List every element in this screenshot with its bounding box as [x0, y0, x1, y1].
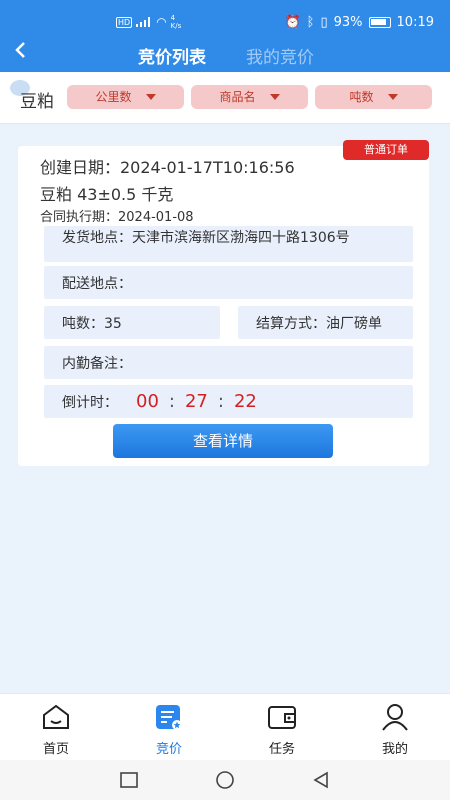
net-speed: 4 K/s — [170, 14, 182, 30]
nav-bidding[interactable]: 竞价 — [129, 702, 209, 757]
status-bar: HD ◠ 4 K/s ⏰ ᛒ ▯ 93% 10:19 — [0, 0, 450, 36]
nav-bar: 竞价列表 我的竞价 — [0, 36, 450, 72]
hd-icon: HD — [116, 16, 133, 28]
wifi-icon: ◠ — [156, 15, 167, 29]
filter-product-button[interactable]: 商品名 — [191, 85, 308, 109]
user-icon — [382, 704, 408, 731]
tab-bid-list[interactable]: 竞价列表 — [138, 43, 206, 68]
order-card[interactable]: 普通订单 创建日期：2024-01-17T10:16:56 豆粕 43±0.5 … — [18, 140, 429, 466]
recent-apps-button[interactable] — [119, 770, 139, 790]
home-button[interactable] — [214, 770, 236, 790]
countdown-separator: : — [168, 391, 175, 412]
signal-icon — [136, 17, 152, 27]
tab-my-bids[interactable]: 我的竞价 — [246, 43, 314, 68]
back-nav-button[interactable] — [311, 770, 331, 790]
alarm-icon: ⏰ — [284, 15, 301, 30]
chevron-left-icon — [15, 42, 25, 58]
created-date: 创建日期：2024-01-17T10:16:56 — [40, 158, 295, 177]
clock-time: 10:19 — [396, 15, 434, 30]
deliver-to-address: 配送地点： — [62, 276, 132, 292]
countdown-hours: 00 — [136, 391, 159, 412]
caret-down-icon — [145, 94, 156, 100]
filter-label: 商品名 — [219, 90, 256, 104]
remarks-row: 内勤备注： — [44, 346, 413, 379]
ship-from-address: 发货地点：天津市滨海新区渤海四十路1306号 — [62, 230, 350, 246]
nav-home[interactable]: 首页 — [16, 702, 96, 757]
nav-label: 我的 — [381, 742, 408, 757]
filter-tonnage-button[interactable]: 吨数 — [315, 85, 432, 109]
tonnage-value: 吨数：35 — [62, 316, 122, 332]
status-left: HD ◠ 4 K/s — [116, 14, 181, 30]
filter-label: 公里数 — [95, 90, 132, 104]
order-type-badge: 普通订单 — [343, 140, 429, 160]
filter-bar: 豆粕 公里数 商品名 吨数 — [0, 72, 450, 124]
settlement-method: 结算方式：油厂磅单 — [256, 316, 382, 332]
nav-tasks[interactable]: 任务 — [242, 702, 322, 757]
vibrate-icon: ▯ — [320, 15, 328, 30]
contract-date: 合同执行期：2024-01-08 — [40, 210, 194, 225]
settlement-row: 结算方式：油厂磅单 — [238, 306, 413, 339]
wallet-icon — [268, 706, 296, 729]
product-spec: 豆粕 43±0.5 千克 — [40, 185, 174, 204]
nav-label: 竞价 — [155, 742, 182, 757]
home-icon — [43, 704, 69, 729]
filter-label: 吨数 — [349, 90, 374, 104]
system-nav-bar — [0, 760, 450, 800]
category-label: 豆粕 — [20, 92, 54, 112]
nav-label: 任务 — [268, 742, 295, 757]
countdown-separator: : — [217, 391, 224, 412]
countdown-seconds: 22 — [233, 391, 257, 412]
status-right: ⏰ ᛒ ▯ 93% 10:19 — [284, 15, 434, 30]
battery-percent: 93% — [333, 15, 363, 30]
caret-down-icon — [269, 94, 280, 100]
bluetooth-icon: ᛒ — [306, 15, 315, 30]
nav-mine[interactable]: 我的 — [355, 702, 435, 757]
tonnage-row: 吨数：35 — [44, 306, 220, 339]
deliver-to-row: 配送地点： — [44, 266, 413, 299]
bid-list-icon — [156, 705, 182, 730]
bottom-nav: 首页 竞价 任务 我的 — [0, 693, 450, 760]
ship-from-row: 发货地点：天津市滨海新区渤海四十路1306号 — [44, 226, 413, 262]
back-button[interactable] — [14, 40, 28, 65]
battery-icon — [368, 17, 391, 28]
caret-down-icon — [387, 94, 398, 100]
filter-distance-button[interactable]: 公里数 — [67, 85, 184, 109]
countdown-timer: 00 : 27 : 22 — [136, 391, 257, 412]
nav-label: 首页 — [42, 742, 69, 757]
countdown-minutes: 27 — [184, 391, 208, 412]
view-details-button[interactable]: 查看详情 — [113, 424, 333, 458]
remarks-value: 内勤备注： — [62, 356, 132, 372]
countdown-label: 倒计时： — [62, 395, 118, 411]
